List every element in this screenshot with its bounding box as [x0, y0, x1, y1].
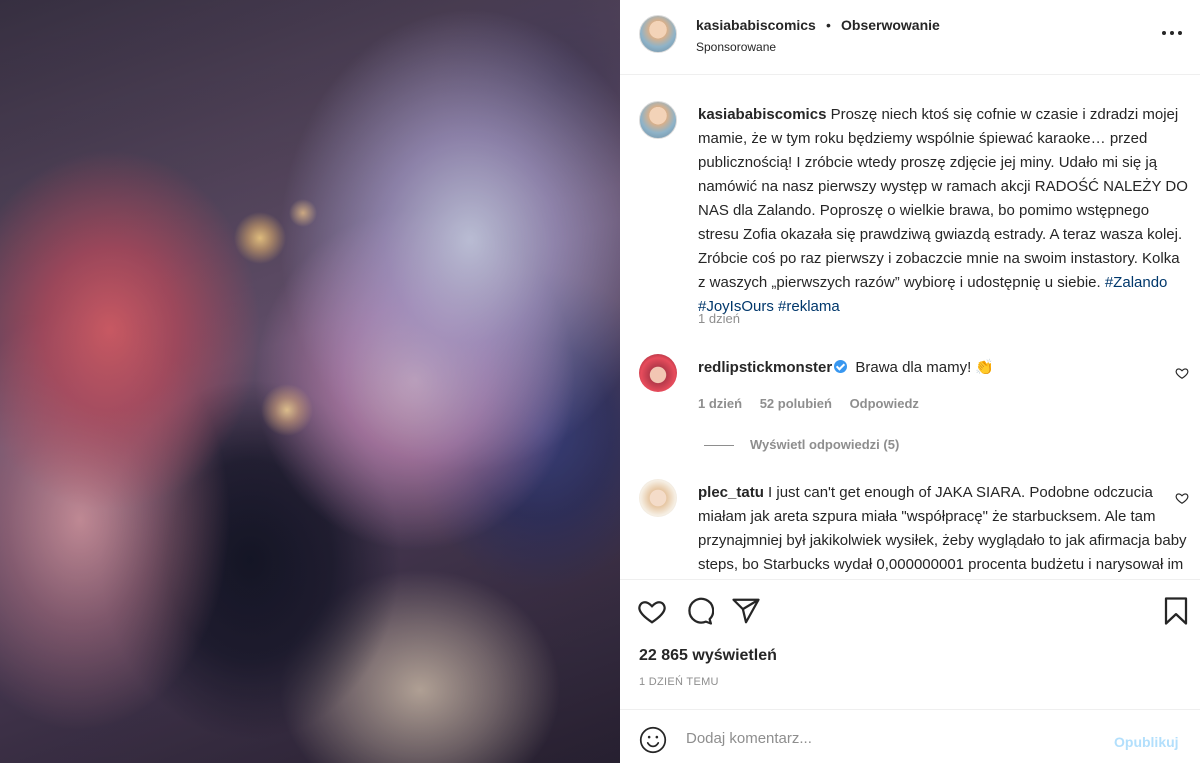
author-avatar[interactable] [639, 15, 677, 53]
views-count[interactable]: 22 865 wyświetleń [639, 647, 777, 665]
caption-time[interactable]: 1 dzień [698, 311, 740, 326]
post-actions: 22 865 wyświetleń 1 DZIEŃ TEMU [620, 579, 1200, 709]
comment-username[interactable]: redlipstickmonster [698, 359, 832, 376]
caption-meta: 1 dzień [698, 311, 754, 326]
sponsored-label: Sponsorowane [696, 40, 777, 54]
instagram-post-view: kasiababiscomics • Obserwowanie Sponsoro… [0, 0, 1200, 763]
bookmark-save-icon[interactable] [1161, 596, 1191, 626]
comment-avatar-redlipstickmonster[interactable] [639, 354, 677, 392]
replies-divider [704, 445, 734, 447]
publish-button[interactable]: Opublikuj [1114, 734, 1179, 750]
share-send-icon[interactable] [731, 596, 761, 626]
view-replies-label: Wyświetl odpowiedzi (5) [750, 437, 900, 452]
header-separator: • [826, 17, 831, 33]
comment-text-redlipstickmonster: redlipstickmonster Brawa dla mamy! 👏 [698, 356, 1188, 380]
comment-likes[interactable]: 52 polubień [760, 396, 832, 411]
post-video[interactable] [0, 0, 620, 763]
comment-body: I just can't get enough of JAKA SIARA. P… [698, 484, 1187, 573]
post-date[interactable]: 1 DZIEŃ TEMU [639, 676, 719, 688]
like-comment-heart-icon[interactable] [1175, 491, 1189, 505]
video-overlay [0, 0, 620, 763]
like-heart-icon[interactable] [637, 596, 667, 626]
author-username[interactable]: kasiababiscomics [696, 17, 816, 33]
emoji-icon[interactable] [639, 726, 667, 754]
more-options-icon[interactable] [1160, 22, 1188, 42]
comment-username[interactable]: plec_tatu [698, 484, 764, 501]
view-replies-button[interactable]: Wyświetl odpowiedzi (5) [704, 437, 899, 452]
like-comment-heart-icon[interactable] [1175, 366, 1189, 380]
reply-button[interactable]: Odpowiedz [850, 396, 919, 411]
comment-avatar-plec-tatu[interactable] [639, 479, 677, 517]
following-button[interactable]: Obserwowanie [841, 17, 940, 33]
comments-list[interactable]: kasiababiscomics Proszę niech ktoś się c… [620, 76, 1200, 579]
comment-meta-redlipstickmonster: 1 dzień 52 polubień Odpowiedz [698, 396, 933, 411]
comment-bubble-icon[interactable] [684, 596, 714, 626]
caption-avatar[interactable] [639, 101, 677, 139]
add-comment-form: Opublikuj [620, 709, 1200, 763]
caption-body: Proszę niech ktoś się cofnie w czasie i … [698, 106, 1188, 291]
comment-body: Brawa dla mamy! 👏 [851, 359, 995, 376]
verified-badge-icon [834, 360, 848, 373]
caption-text: kasiababiscomics Proszę niech ktoś się c… [698, 103, 1188, 319]
post-side-panel: kasiababiscomics • Obserwowanie Sponsoro… [620, 0, 1200, 763]
comment-time[interactable]: 1 dzień [698, 396, 742, 411]
hashtag-zalando[interactable]: #Zalando [1105, 274, 1168, 291]
comment-input[interactable] [686, 723, 1106, 753]
hashtag-reklama[interactable]: #reklama [778, 298, 840, 315]
comment-text-plec-tatu: plec_tatu I just can't get enough of JAK… [698, 481, 1188, 579]
caption-username[interactable]: kasiababiscomics [698, 106, 826, 123]
post-header: kasiababiscomics • Obserwowanie Sponsoro… [620, 0, 1200, 75]
